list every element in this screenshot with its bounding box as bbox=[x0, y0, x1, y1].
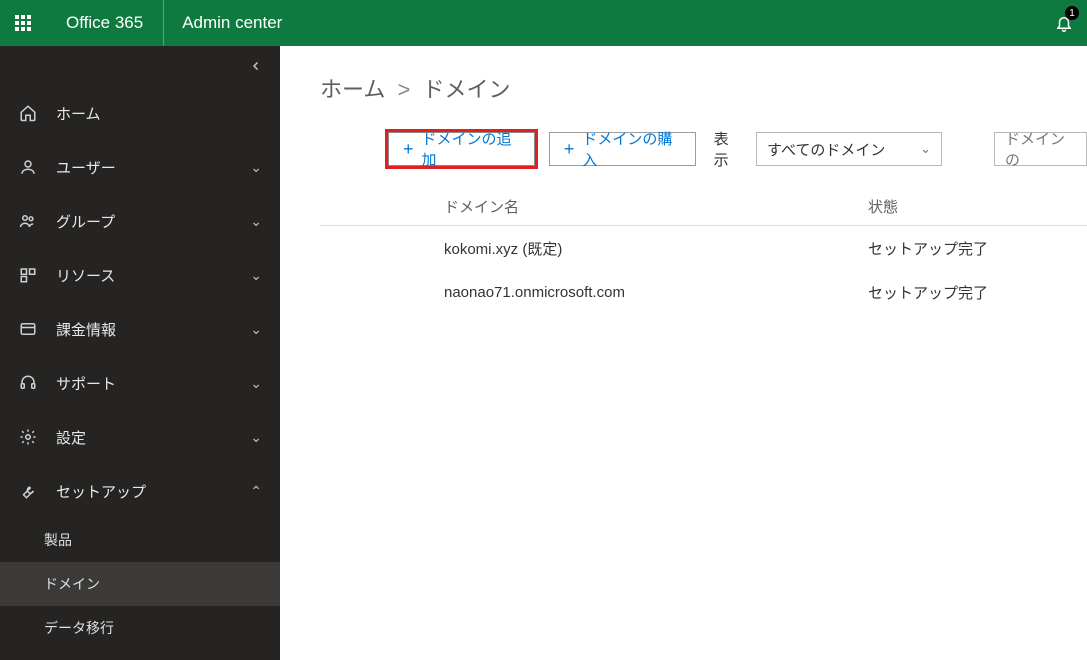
sidebar-item-label: グループ bbox=[56, 211, 250, 232]
sidebar: ホーム ユーザー ⌄ グループ ⌄ リソース ⌄ 課金情報 ⌄ サポート ⌄ bbox=[0, 46, 280, 660]
search-placeholder: ドメインの bbox=[1005, 128, 1076, 170]
toolbar: + ドメインの追加 + ドメインの購入 表示 すべてのドメイン ⌄ ドメインの bbox=[320, 128, 1087, 170]
cell-domain-status: セットアップ完了 bbox=[868, 282, 1087, 303]
brand-title[interactable]: Office 365 bbox=[46, 0, 164, 46]
resource-icon bbox=[18, 265, 38, 285]
sidebar-item-resources[interactable]: リソース ⌄ bbox=[0, 248, 280, 302]
chevron-down-icon: ⌄ bbox=[250, 213, 262, 230]
sidebar-item-label: セットアップ bbox=[56, 481, 250, 502]
home-icon bbox=[18, 103, 38, 123]
column-header-status[interactable]: 状態 bbox=[868, 196, 1087, 217]
collapse-sidebar-button[interactable] bbox=[0, 46, 280, 86]
sidebar-sub-label: 製品 bbox=[44, 530, 72, 550]
table-row[interactable]: naonao71.onmicrosoft.com セットアップ完了 bbox=[320, 270, 1087, 314]
sidebar-item-billing[interactable]: 課金情報 ⌄ bbox=[0, 302, 280, 356]
gear-icon bbox=[18, 427, 38, 447]
group-icon bbox=[18, 211, 38, 231]
sidebar-item-settings[interactable]: 設定 ⌄ bbox=[0, 410, 280, 464]
headset-icon bbox=[18, 373, 38, 393]
notifications-button[interactable]: 1 bbox=[1041, 0, 1087, 46]
domain-filter-dropdown[interactable]: すべてのドメイン ⌄ bbox=[756, 132, 942, 166]
sidebar-item-home[interactable]: ホーム bbox=[0, 86, 280, 140]
button-label: ドメインの購入 bbox=[582, 128, 680, 170]
plus-icon: + bbox=[564, 140, 575, 158]
billing-icon bbox=[18, 319, 38, 339]
user-icon bbox=[18, 157, 38, 177]
breadcrumb-current: ドメイン bbox=[422, 77, 510, 102]
sidebar-sub-domains[interactable]: ドメイン bbox=[0, 562, 280, 606]
table-row[interactable]: kokomi.xyz (既定) セットアップ完了 bbox=[320, 226, 1087, 270]
area-title: Admin center bbox=[164, 13, 300, 33]
button-label: ドメインの追加 bbox=[422, 128, 520, 170]
chevron-left-icon bbox=[250, 60, 262, 72]
sidebar-item-label: リソース bbox=[56, 265, 250, 286]
sidebar-item-label: 課金情報 bbox=[56, 319, 250, 340]
cell-domain-status: セットアップ完了 bbox=[868, 238, 1087, 259]
breadcrumb: ホーム > ドメイン bbox=[320, 72, 1087, 104]
topbar: Office 365 Admin center 1 bbox=[0, 0, 1087, 46]
column-header-name[interactable]: ドメイン名 bbox=[388, 196, 868, 217]
sidebar-item-users[interactable]: ユーザー ⌄ bbox=[0, 140, 280, 194]
sidebar-item-setup[interactable]: セットアップ ⌃ bbox=[0, 464, 280, 518]
wrench-icon bbox=[18, 481, 38, 501]
cell-domain-name: naonao71.onmicrosoft.com bbox=[388, 284, 868, 301]
cell-domain-name: kokomi.xyz (既定) bbox=[388, 238, 868, 259]
main-content: ホーム > ドメイン + ドメインの追加 + ドメインの購入 表示 すべてのドメ… bbox=[280, 46, 1087, 660]
app-launcher-button[interactable] bbox=[0, 0, 46, 46]
sidebar-item-groups[interactable]: グループ ⌄ bbox=[0, 194, 280, 248]
sidebar-item-label: サポート bbox=[56, 373, 250, 394]
buy-domain-button[interactable]: + ドメインの購入 bbox=[549, 132, 696, 166]
add-domain-button[interactable]: + ドメインの追加 bbox=[388, 132, 535, 166]
plus-icon: + bbox=[403, 140, 414, 158]
chevron-down-icon: ⌄ bbox=[920, 141, 931, 157]
table-header: ドメイン名 状態 bbox=[320, 196, 1087, 226]
waffle-icon bbox=[15, 15, 31, 31]
sidebar-item-label: ホーム bbox=[56, 103, 262, 124]
chevron-down-icon: ⌄ bbox=[250, 267, 262, 284]
chevron-down-icon: ⌄ bbox=[250, 321, 262, 338]
breadcrumb-separator: > bbox=[397, 77, 410, 102]
show-label: 表示 bbox=[714, 128, 742, 170]
chevron-down-icon: ⌄ bbox=[250, 375, 262, 392]
sidebar-sub-products[interactable]: 製品 bbox=[0, 518, 280, 562]
domain-search-input[interactable]: ドメインの bbox=[994, 132, 1087, 166]
sidebar-item-label: ユーザー bbox=[56, 157, 250, 178]
sidebar-sub-label: ドメイン bbox=[44, 574, 100, 594]
notification-badge: 1 bbox=[1065, 6, 1079, 20]
breadcrumb-home[interactable]: ホーム bbox=[320, 77, 385, 102]
sidebar-item-support[interactable]: サポート ⌄ bbox=[0, 356, 280, 410]
sidebar-sub-data-migration[interactable]: データ移行 bbox=[0, 606, 280, 650]
chevron-up-icon: ⌃ bbox=[250, 483, 262, 500]
sidebar-item-label: 設定 bbox=[56, 427, 250, 448]
chevron-down-icon: ⌄ bbox=[250, 159, 262, 176]
sidebar-sub-label: データ移行 bbox=[44, 618, 114, 638]
dropdown-value: すべてのドメイン bbox=[767, 139, 885, 160]
chevron-down-icon: ⌄ bbox=[250, 429, 262, 446]
